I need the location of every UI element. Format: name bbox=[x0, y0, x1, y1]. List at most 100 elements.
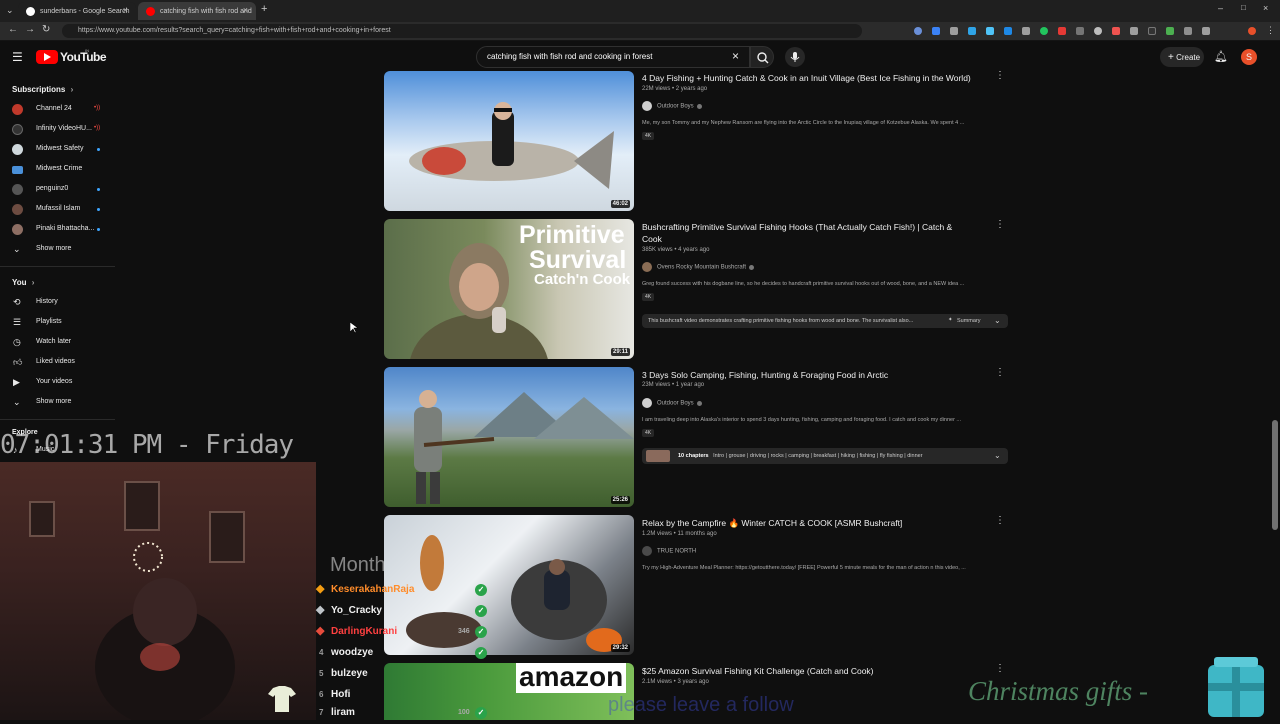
sidebar-item-infinity-video[interactable]: Infinity VideoHU... •)) bbox=[12, 121, 112, 139]
extension-icon[interactable] bbox=[914, 27, 922, 35]
extension-icon[interactable] bbox=[1184, 27, 1192, 35]
sidebar-item-mufassil-islam[interactable]: Mufassil Islam bbox=[12, 201, 112, 219]
channel-row[interactable]: Outdoor Boys bbox=[642, 398, 702, 408]
youtube-logo-text[interactable]: YouTube bbox=[60, 50, 107, 64]
channel-row[interactable]: Ovens Rocky Mountain Bushcraft bbox=[642, 262, 755, 272]
maximize-icon[interactable]: □ bbox=[1241, 3, 1246, 12]
video-thumbnail[interactable]: amazon bbox=[384, 663, 634, 720]
notifications-bell-icon[interactable]: 🔔︎ bbox=[1214, 50, 1228, 63]
you-heading[interactable]: You › bbox=[12, 278, 34, 287]
new-tab-button[interactable]: + bbox=[261, 3, 267, 15]
quality-badge: 4K bbox=[642, 429, 654, 437]
window-close-icon[interactable]: × bbox=[1263, 3, 1268, 13]
sidebar-item-pinaki[interactable]: Pinaki Bhattacha... bbox=[12, 221, 112, 239]
video-title[interactable]: 3 Days Solo Camping, Fishing, Hunting & … bbox=[642, 369, 982, 381]
channel-name: Outdoor Boys bbox=[657, 400, 694, 407]
channel-row[interactable]: Outdoor Boys bbox=[642, 101, 702, 111]
tab-search-icon[interactable]: ⌄ bbox=[6, 5, 14, 16]
extension-icon[interactable] bbox=[950, 27, 958, 35]
video-meta: 23M views • 1 year ago bbox=[642, 382, 705, 388]
sidebar-item-watch-later[interactable]: ◷ Watch later bbox=[12, 334, 112, 352]
extension-icon[interactable] bbox=[1094, 27, 1102, 35]
create-button[interactable]: + Create bbox=[1160, 47, 1204, 67]
extensions-puzzle-icon[interactable] bbox=[1202, 27, 1210, 35]
extension-icon[interactable] bbox=[1022, 27, 1030, 35]
sidebar-item-history[interactable]: ⟲ History bbox=[12, 294, 112, 312]
chevron-down-icon: ⌄ bbox=[13, 397, 21, 407]
forward-icon[interactable]: → bbox=[25, 24, 35, 35]
extension-icon[interactable] bbox=[1112, 27, 1120, 35]
extension-icon[interactable] bbox=[1058, 27, 1066, 35]
show-more-you[interactable]: ⌄ Show more bbox=[12, 394, 112, 412]
sidebar-item-midwest-crime[interactable]: Midwest Crime bbox=[12, 161, 112, 179]
close-icon[interactable]: × bbox=[243, 5, 248, 15]
logo-country-code: IN bbox=[85, 48, 89, 53]
voice-search-button[interactable] bbox=[785, 47, 805, 67]
more-actions-icon[interactable]: ⋮ bbox=[995, 219, 1005, 230]
sidebar-item-channel-24[interactable]: Channel 24 •)) bbox=[12, 101, 112, 119]
video-meta: 385K views • 4 years ago bbox=[642, 247, 710, 253]
sidebar-item-penguinz0[interactable]: penguinz0 bbox=[12, 181, 112, 199]
ai-summary-bar[interactable]: This bushcraft video demonstrates crafti… bbox=[642, 314, 1008, 328]
new-content-dot bbox=[97, 188, 100, 191]
sidebar-item-midwest-safety[interactable]: Midwest Safety bbox=[12, 141, 112, 159]
tab-google-search[interactable]: sunderbans - Google Search × bbox=[18, 2, 136, 20]
profile-icon[interactable] bbox=[1248, 27, 1256, 35]
more-actions-icon[interactable]: ⋮ bbox=[995, 515, 1005, 526]
close-icon[interactable]: × bbox=[123, 5, 128, 15]
channel-name: Outdoor Boys bbox=[657, 103, 694, 110]
subscriptions-heading[interactable]: Subscriptions › bbox=[12, 85, 73, 94]
extension-icon[interactable] bbox=[1040, 27, 1048, 35]
video-thumbnail[interactable]: 29:32 bbox=[384, 515, 634, 655]
check-badge-icon: ✓ bbox=[475, 605, 487, 617]
search-input[interactable]: catching fish with fish rod and cooking … bbox=[476, 46, 750, 68]
leaderboard-name: woodzye bbox=[331, 647, 374, 658]
show-more-subscriptions[interactable]: ⌄ Show more bbox=[12, 241, 112, 259]
video-thumbnail[interactable]: 25:26 bbox=[384, 367, 634, 507]
reload-icon[interactable]: ↻ bbox=[42, 24, 50, 35]
sidebar-item-label: History bbox=[36, 298, 58, 305]
extension-icon[interactable] bbox=[1130, 27, 1138, 35]
extension-icon[interactable] bbox=[1166, 27, 1174, 35]
sidebar-item-label: Liked videos bbox=[36, 358, 75, 365]
hamburger-menu-icon[interactable]: ☰ bbox=[12, 50, 23, 64]
extension-icon[interactable] bbox=[986, 27, 994, 35]
more-actions-icon[interactable]: ⋮ bbox=[995, 367, 1005, 378]
sidebar-item-playlists[interactable]: ☰ Playlists bbox=[12, 314, 112, 332]
url-bar[interactable]: https://www.youtube.com/results?search_q… bbox=[62, 24, 862, 38]
video-title[interactable]: Bushcrafting Primitive Survival Fishing … bbox=[642, 221, 972, 245]
video-thumbnail[interactable]: Primitive Survival Catch'n Cook 29:11 bbox=[384, 219, 634, 359]
clear-search-icon[interactable]: × bbox=[732, 49, 739, 63]
clock-icon: ◷ bbox=[13, 337, 21, 347]
chapters-bar[interactable]: 10 chapters Intro | grouse | driving | r… bbox=[642, 448, 1008, 464]
browser-menu-icon[interactable]: ⋮ bbox=[1266, 25, 1275, 36]
channel-row[interactable]: TRUE NORTH bbox=[642, 546, 696, 556]
check-badge-icon: ✓ bbox=[475, 584, 487, 596]
extension-icon[interactable] bbox=[968, 27, 976, 35]
shirt-icon bbox=[268, 686, 296, 712]
more-actions-icon[interactable]: ⋮ bbox=[995, 663, 1005, 674]
extension-icon[interactable] bbox=[932, 27, 940, 35]
channel-avatar bbox=[12, 124, 23, 135]
sidebar-item-your-videos[interactable]: ▶︎ Your videos bbox=[12, 374, 112, 392]
extension-icon[interactable] bbox=[1004, 27, 1012, 35]
sidebar-item-liked-videos[interactable]: 👍︎ Liked videos bbox=[12, 354, 112, 372]
account-avatar[interactable]: S bbox=[1241, 49, 1257, 65]
back-icon[interactable]: ← bbox=[8, 24, 18, 35]
sidebar-item-label: Infinity VideoHU... bbox=[36, 125, 92, 132]
new-content-dot bbox=[97, 228, 100, 231]
minimize-icon[interactable]: – bbox=[1218, 3, 1223, 13]
video-title[interactable]: Relax by the Campfire 🔥 Winter CATCH & C… bbox=[642, 517, 982, 529]
search-button[interactable] bbox=[750, 46, 774, 68]
extension-icon[interactable] bbox=[1148, 27, 1156, 35]
page-scrollbar[interactable] bbox=[1272, 420, 1278, 530]
extension-icon[interactable] bbox=[1076, 27, 1084, 35]
show-more-label: Show more bbox=[36, 245, 72, 252]
tab-youtube-results[interactable]: catching fish with fish rod and × bbox=[138, 2, 256, 20]
more-actions-icon[interactable]: ⋮ bbox=[995, 70, 1005, 81]
video-thumbnail[interactable]: 46:02 bbox=[384, 71, 634, 211]
chapters-label: 10 chapters bbox=[678, 453, 709, 459]
video-title[interactable]: 4 Day Fishing + Hunting Catch & Cook in … bbox=[642, 72, 982, 84]
new-content-dot bbox=[97, 208, 100, 211]
video-title[interactable]: $25 Amazon Survival Fishing Kit Challeng… bbox=[642, 665, 982, 677]
